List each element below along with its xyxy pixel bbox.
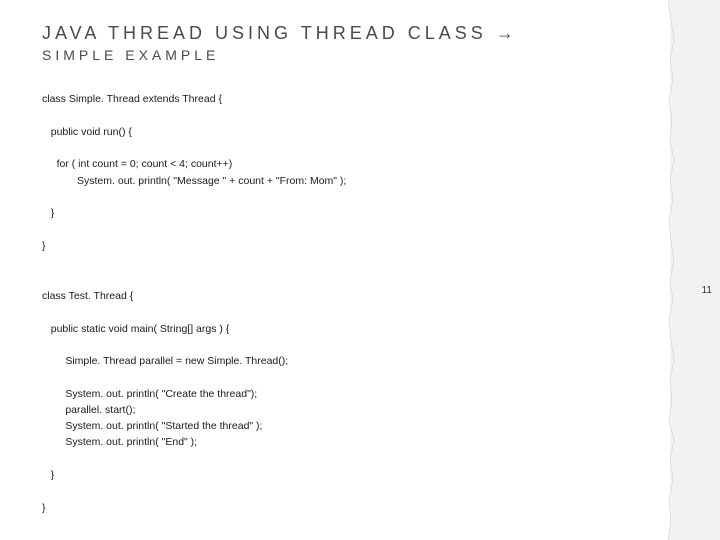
slide-subtitle: SIMPLE EXAMPLE [42,47,670,63]
code-block-1: class Simple. Thread extends Thread { pu… [42,91,670,254]
code-block-2: class Test. Thread { public static void … [42,288,670,516]
slide-title: JAVA THREAD USING THREAD CLASS → [42,22,670,45]
slide-page: JAVA THREAD USING THREAD CLASS → SIMPLE … [0,0,670,540]
page-number: 11 [702,285,712,296]
